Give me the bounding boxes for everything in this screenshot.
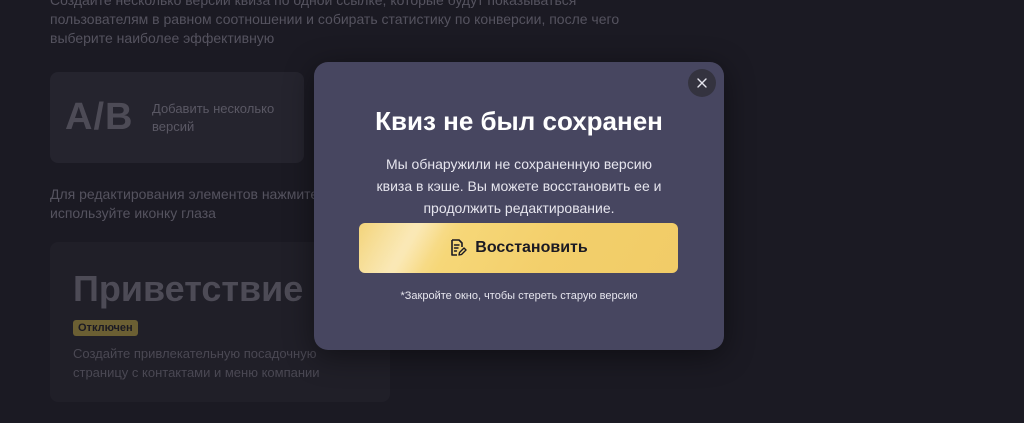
restore-button[interactable]: Восстановить <box>359 223 678 273</box>
restore-button-label: Восстановить <box>475 239 588 256</box>
add-versions-label: Добавить несколько версий <box>152 101 275 134</box>
ab-test-description-line: пользователям в равном соотношении и соб… <box>50 11 620 27</box>
edit-hint-line: Для редактирования элементов нажмите <box>50 186 319 202</box>
modal-message: Мы обнаружили не сохраненную версию квиз… <box>344 153 694 219</box>
unsaved-quiz-modal: Квиз не был сохранен Мы обнаружили не со… <box>314 62 724 350</box>
welcome-card-title: Приветствие <box>73 268 304 309</box>
edit-document-icon <box>449 238 467 258</box>
modal-title: Квиз не был сохранен <box>375 106 663 136</box>
ab-logo: A/B <box>65 96 134 138</box>
modal-message-line: квиза в кэше. Вы можете восстановить ее … <box>376 178 662 194</box>
status-badge: Отключен <box>73 320 138 336</box>
welcome-card-description: Создайте привлекательную посадочную стра… <box>73 344 363 382</box>
close-icon <box>697 78 707 88</box>
edit-hint-line: используйте иконку глаза <box>50 205 216 221</box>
modal-message-line: продолжить редактирование. <box>423 200 615 216</box>
close-button[interactable] <box>688 69 716 97</box>
page: Создайте несколько версий квиза по одной… <box>0 0 1024 423</box>
modal-hint: *Закройте окно, чтобы стереть старую вер… <box>400 290 638 302</box>
ab-test-description-line: выберите наиболее эффективную <box>50 30 275 46</box>
ab-test-description-line: Создайте несколько версий квиза по одной… <box>50 0 577 8</box>
add-versions-card[interactable]: A/B Добавить несколько версий <box>50 72 304 163</box>
edit-hint: Для редактирования элементов нажмите исп… <box>50 185 350 223</box>
button-shine <box>359 223 459 273</box>
modal-message-line: Мы обнаружили не сохраненную версию <box>385 156 653 172</box>
welcome-card-description-line: страницу с контактами и меню компании <box>73 365 320 380</box>
ab-test-description: Создайте несколько версий квиза по одной… <box>50 0 650 48</box>
